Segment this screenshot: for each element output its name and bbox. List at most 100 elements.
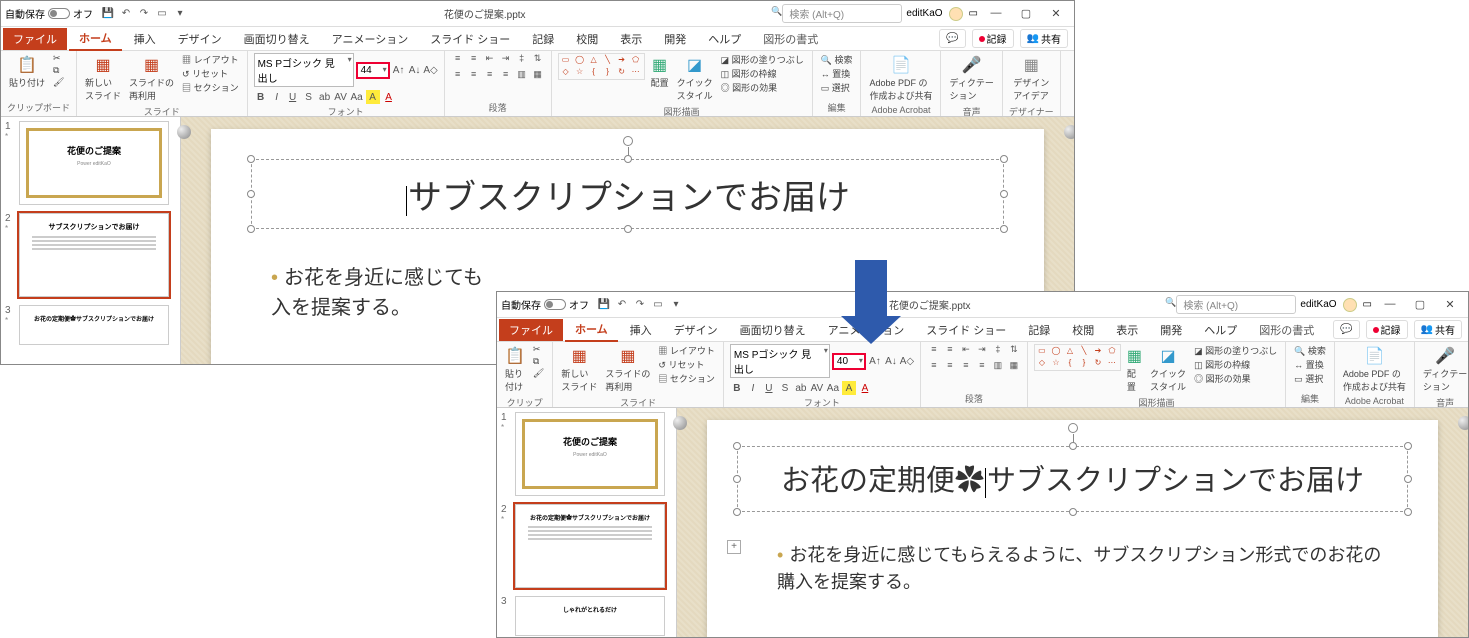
shape-fill-button[interactable]: ◪ 図形の塗りつぶし bbox=[1192, 344, 1279, 357]
resize-handle[interactable] bbox=[624, 225, 632, 233]
underline-icon[interactable]: U bbox=[286, 90, 300, 104]
text-direction-icon[interactable]: ⇅ bbox=[531, 53, 545, 67]
align-center-icon[interactable]: ≡ bbox=[467, 69, 481, 83]
tab-file[interactable]: ファイル bbox=[499, 319, 563, 341]
resize-handle[interactable] bbox=[1000, 190, 1008, 198]
thumb-slide-3[interactable]: お花の定期便✿サブスクリプションでお届け bbox=[19, 305, 169, 345]
thumb-slide-1[interactable]: 花便のご提案 Power editKaO bbox=[515, 412, 665, 496]
font-name-combo[interactable]: MS Pゴシック 見出し bbox=[730, 344, 830, 378]
arrange-button[interactable]: ▦配置 bbox=[1125, 344, 1144, 395]
tab-help[interactable]: ヘルプ bbox=[1194, 319, 1247, 341]
tab-insert[interactable]: 挿入 bbox=[620, 319, 662, 341]
smartart-icon[interactable]: ▦ bbox=[1007, 360, 1021, 374]
spacing-icon[interactable]: AV bbox=[334, 90, 348, 104]
resize-handle[interactable] bbox=[1404, 442, 1412, 450]
comments-button[interactable]: 💬 bbox=[939, 29, 965, 48]
redo-icon[interactable]: ↷ bbox=[633, 298, 647, 312]
italic-icon[interactable]: I bbox=[270, 90, 284, 104]
format-painter-icon[interactable]: 🖌 bbox=[51, 77, 66, 88]
bold-icon[interactable]: B bbox=[730, 381, 744, 395]
close-button[interactable]: ✕ bbox=[1436, 298, 1464, 311]
font-name-combo[interactable]: MS Pゴシック 見出し bbox=[254, 53, 354, 87]
close-button[interactable]: ✕ bbox=[1042, 7, 1070, 20]
tab-help[interactable]: ヘルプ bbox=[698, 28, 751, 50]
tab-developer[interactable]: 開発 bbox=[654, 28, 696, 50]
new-slide-button[interactable]: ▦新しい スライド bbox=[83, 53, 123, 104]
quick-styles-button[interactable]: ◪クイック スタイル bbox=[1148, 344, 1188, 395]
tab-view[interactable]: 表示 bbox=[610, 28, 652, 50]
shape-outline-button[interactable]: ◫ 図形の枠線 bbox=[1192, 358, 1279, 371]
tab-shape-format[interactable]: 図形の書式 bbox=[753, 28, 828, 50]
ribbon-display-icon[interactable]: ▭ bbox=[969, 8, 978, 19]
tab-view[interactable]: 表示 bbox=[1106, 319, 1148, 341]
format-painter-icon[interactable]: 🖌 bbox=[531, 368, 546, 379]
resize-handle[interactable] bbox=[733, 508, 741, 516]
share-button[interactable]: 👥共有 bbox=[1020, 29, 1068, 48]
tab-developer[interactable]: 開発 bbox=[1150, 319, 1192, 341]
highlight-icon[interactable]: A bbox=[366, 90, 380, 104]
resize-handle[interactable] bbox=[1404, 508, 1412, 516]
align-left-icon[interactable]: ≡ bbox=[451, 69, 465, 83]
undo-icon[interactable]: ↶ bbox=[615, 298, 629, 312]
indent-inc-icon[interactable]: ⇥ bbox=[499, 53, 513, 67]
arrange-button[interactable]: ▦配置 bbox=[649, 53, 671, 91]
new-slide-button[interactable]: ▦新しい スライド bbox=[559, 344, 599, 395]
shapes-gallery[interactable]: ▭◯△╲➔⬠ ◇☆{}↻⋯ bbox=[1034, 344, 1121, 371]
clear-format-icon[interactable]: A◇ bbox=[424, 63, 438, 77]
indent-dec-icon[interactable]: ⇤ bbox=[483, 53, 497, 67]
tab-design[interactable]: デザイン bbox=[664, 319, 728, 341]
tab-slideshow[interactable]: スライド ショー bbox=[916, 319, 1016, 341]
resize-handle[interactable] bbox=[733, 475, 741, 483]
tab-review[interactable]: 校閲 bbox=[566, 28, 608, 50]
reset-button[interactable]: ↺ リセット bbox=[180, 67, 241, 80]
italic-icon[interactable]: I bbox=[746, 381, 760, 395]
tab-slideshow[interactable]: スライド ショー bbox=[420, 28, 520, 50]
qat-more-icon[interactable]: ▾ bbox=[173, 7, 187, 21]
resize-handle[interactable] bbox=[247, 190, 255, 198]
title-textbox[interactable]: お花の定期便✿サブスクリプションでお届け bbox=[737, 446, 1408, 512]
numbering-icon[interactable]: ≡ bbox=[943, 344, 957, 358]
tab-design[interactable]: デザイン bbox=[168, 28, 232, 50]
grow-font-icon[interactable]: A↑ bbox=[868, 354, 882, 368]
design-ideas-button[interactable]: ▦デザイン アイデア bbox=[1009, 53, 1054, 104]
reuse-slides-button[interactable]: ▦スライドの 再利用 bbox=[127, 53, 176, 104]
reuse-slides-button[interactable]: ▦スライドの 再利用 bbox=[603, 344, 652, 395]
select-button[interactable]: ▭ 選択 bbox=[819, 81, 855, 94]
tab-transitions[interactable]: 画面切り替え bbox=[234, 28, 320, 50]
paste-button[interactable]: 📋貼り付け bbox=[503, 344, 527, 395]
tab-home[interactable]: ホーム bbox=[69, 27, 122, 51]
qat-more-icon[interactable]: ▾ bbox=[669, 298, 683, 312]
underline-icon[interactable]: U bbox=[762, 381, 776, 395]
search-input[interactable]: 検索 (Alt+Q) bbox=[1176, 295, 1296, 314]
align-center-icon[interactable]: ≡ bbox=[943, 360, 957, 374]
shadow-icon[interactable]: ab bbox=[318, 90, 332, 104]
undo-icon[interactable]: ↶ bbox=[119, 7, 133, 21]
resize-handle[interactable] bbox=[1000, 155, 1008, 163]
resize-handle[interactable] bbox=[1069, 508, 1077, 516]
user-avatar[interactable] bbox=[1343, 298, 1357, 312]
replace-button[interactable]: ↔ 置換 bbox=[819, 67, 855, 80]
tab-review[interactable]: 校閲 bbox=[1062, 319, 1104, 341]
paste-button[interactable]: 📋貼り付け bbox=[7, 53, 47, 91]
clear-format-icon[interactable]: A◇ bbox=[900, 354, 914, 368]
align-right-icon[interactable]: ≡ bbox=[483, 69, 497, 83]
resize-handle[interactable] bbox=[624, 155, 632, 163]
spacing-icon[interactable]: AV bbox=[810, 381, 824, 395]
cut-icon[interactable]: ✂ bbox=[531, 344, 546, 355]
cut-icon[interactable]: ✂ bbox=[51, 53, 66, 64]
adobe-pdf-button[interactable]: 📄Adobe PDF の 作成および共有 bbox=[867, 53, 934, 104]
indent-dec-icon[interactable]: ⇤ bbox=[959, 344, 973, 358]
find-button[interactable]: 🔍 検索 bbox=[819, 53, 855, 66]
shapes-gallery[interactable]: ▭◯△╲➔⬠ ◇☆{}↻⋯ bbox=[558, 53, 645, 80]
bullets-icon[interactable]: ≡ bbox=[451, 53, 465, 67]
layout-button[interactable]: ▦ レイアウト bbox=[180, 53, 241, 66]
thumb-slide-3[interactable]: しゃれがとれるだけ bbox=[515, 596, 665, 636]
shape-effects-button[interactable]: ◎ 図形の効果 bbox=[719, 81, 806, 94]
save-icon[interactable]: 💾 bbox=[597, 298, 611, 312]
comments-button[interactable]: 💬 bbox=[1333, 320, 1359, 339]
resize-handle[interactable] bbox=[733, 442, 741, 450]
section-button[interactable]: ▤ セクション bbox=[656, 372, 717, 385]
dictate-button[interactable]: 🎤ディクテー ション bbox=[1421, 344, 1469, 395]
adobe-pdf-button[interactable]: 📄Adobe PDF の 作成および共有 bbox=[1341, 344, 1408, 395]
tab-record[interactable]: 記録 bbox=[522, 28, 564, 50]
